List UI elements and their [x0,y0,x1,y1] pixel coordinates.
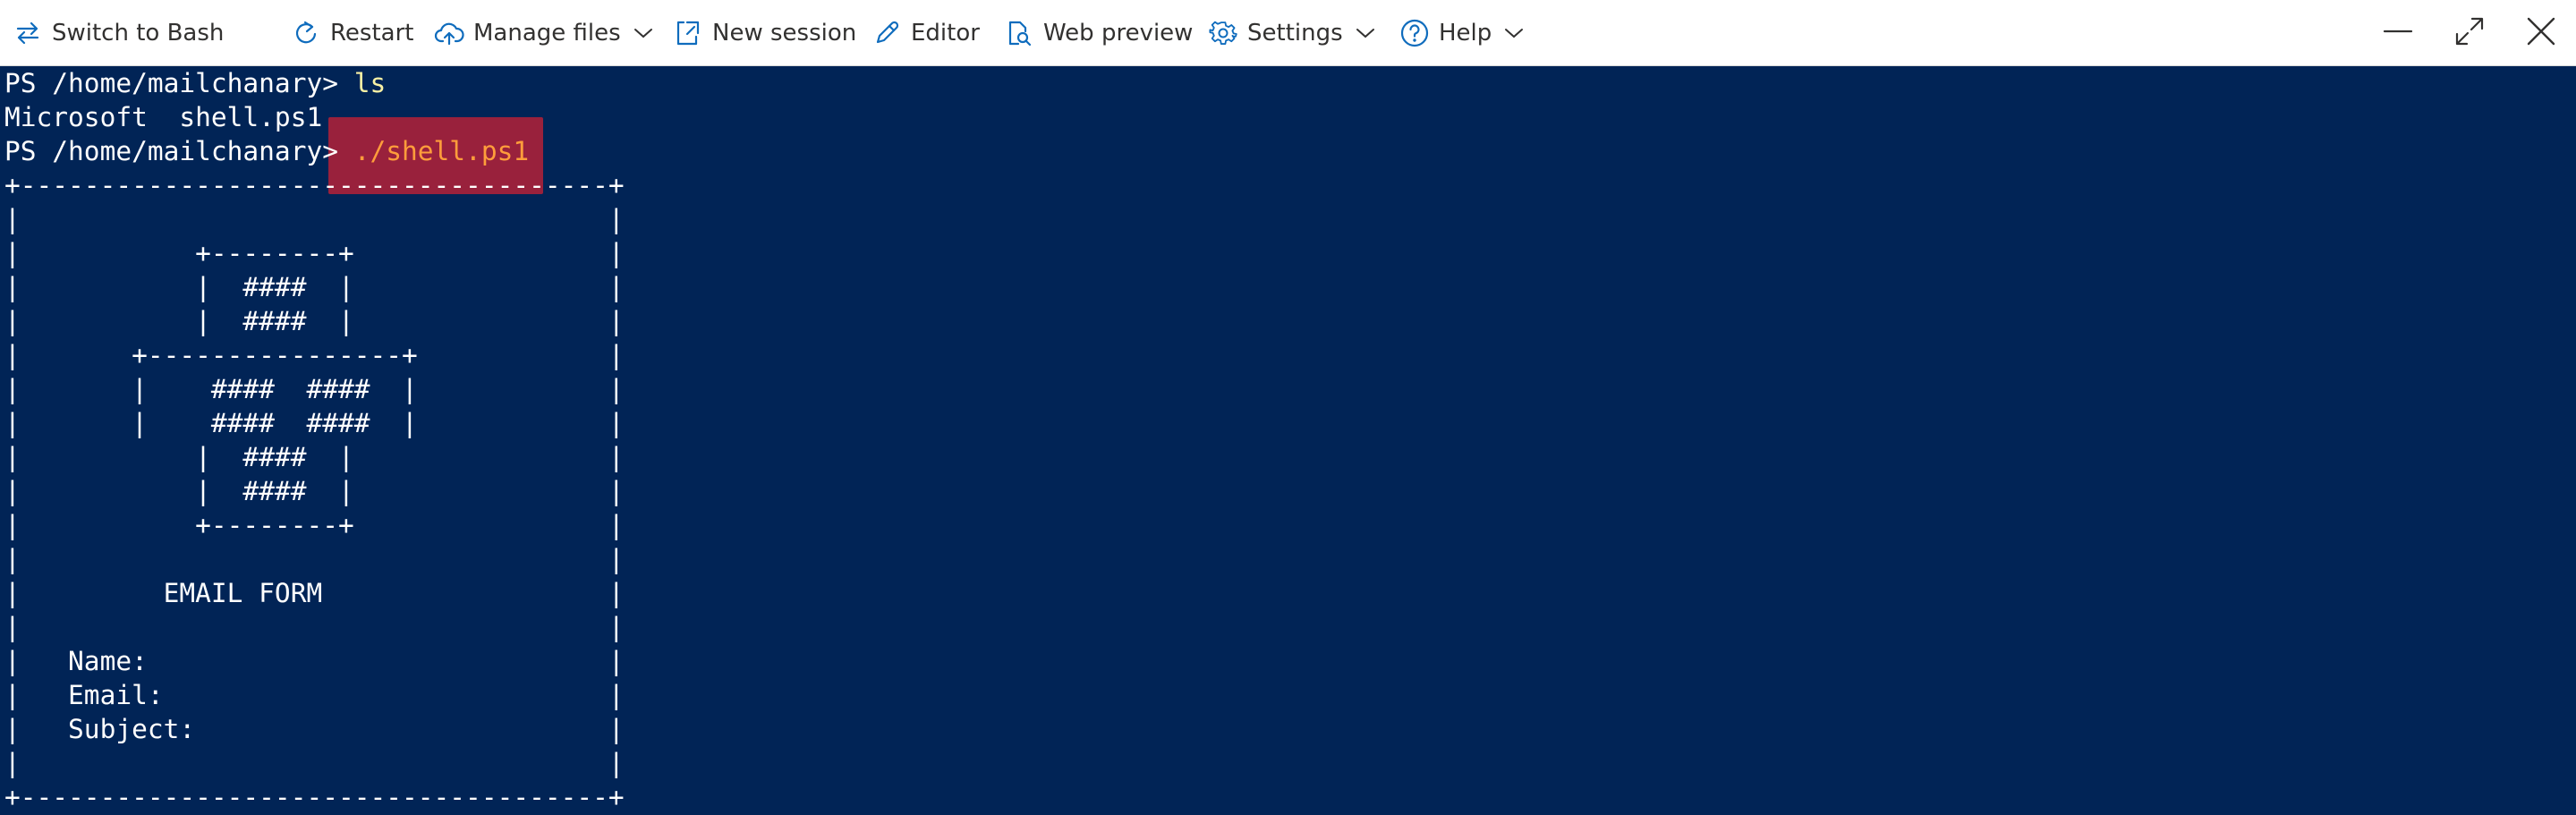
switch-to-bash-label: Switch to Bash [52,20,225,47]
prompt-text: PS /home/mailchanary> [4,136,354,166]
terminal-output[interactable]: PS /home/mailchanary> ls Microsoft shell… [0,66,2576,815]
terminal-line-ls-output: Microsoft shell.ps1 [4,102,323,132]
help-button[interactable]: Help [1399,0,1526,66]
new-session-button[interactable]: New session [673,0,856,66]
cloud-shell-toolbar: Switch to Bash Restart Manage files New … [0,0,2576,66]
help-label: Help [1439,20,1492,47]
question-mark-icon [1399,18,1430,48]
ascii-line: | | #### | | [4,476,625,506]
chevron-down-icon [1502,21,1526,45]
ascii-line: | +--------+ | [4,238,625,268]
prompt-text: PS /home/mailchanary> [4,68,354,98]
chevron-down-icon [1354,21,1377,45]
switch-arrows-icon [13,18,43,48]
chevron-down-icon [632,21,655,45]
ascii-line: | | [4,612,625,642]
web-preview-icon [1004,18,1034,48]
subject-field-label: | Subject: | [4,714,625,744]
ascii-line: | | [4,748,625,778]
gear-icon [1208,18,1238,48]
minimize-button[interactable] [2379,14,2417,52]
manage-files-label: Manage files [473,20,621,47]
ascii-line: | | #### | | [4,306,625,336]
web-preview-button[interactable]: Web preview [1004,0,1193,66]
manage-files-button[interactable]: Manage files [434,0,655,66]
email-form-title: | EMAIL FORM | [4,578,625,608]
ascii-line: | | [4,204,625,234]
ascii-line: | | #### #### | | [4,408,625,438]
ascii-line: | +----------------+ | [4,340,625,370]
cloud-upload-icon [434,18,464,48]
command-ls: ls [353,68,387,98]
restart-label: Restart [330,20,414,47]
ascii-line: | | [4,544,625,574]
restart-button[interactable]: Restart [291,0,413,66]
new-session-label: New session [712,20,857,47]
terminal-line-prompt-script: PS /home/mailchanary> ./shell.ps1 [4,134,529,168]
restart-icon [291,18,321,48]
close-button[interactable] [2522,14,2560,52]
web-preview-label: Web preview [1043,20,1194,47]
ascii-line: | | #### | | [4,272,625,302]
new-session-icon [673,18,703,48]
minimize-icon [2383,16,2413,50]
settings-label: Settings [1247,20,1343,47]
ascii-line: | | #### #### | | [4,374,625,404]
name-field-label: | Name: | [4,646,625,676]
ascii-line: | | #### | | [4,442,625,472]
settings-button[interactable]: Settings [1208,0,1377,66]
maximize-icon [2454,16,2485,50]
terminal-line-prompt-ls: PS /home/mailchanary> ls [4,66,386,100]
ascii-line: +-------------------------------------+ [4,782,625,812]
ascii-line: +-------------------------------------+ [4,170,625,200]
email-field-label: | Email: | [4,680,625,710]
editor-label: Editor [911,20,980,47]
pencil-icon [871,18,902,48]
editor-button[interactable]: Editor [871,0,980,66]
ascii-line: | +--------+ | [4,510,625,540]
switch-to-bash-button[interactable]: Switch to Bash [13,0,224,66]
command-shell-ps1: ./shell.ps1 [353,136,530,166]
close-icon [2526,16,2556,50]
maximize-button[interactable] [2451,14,2488,52]
